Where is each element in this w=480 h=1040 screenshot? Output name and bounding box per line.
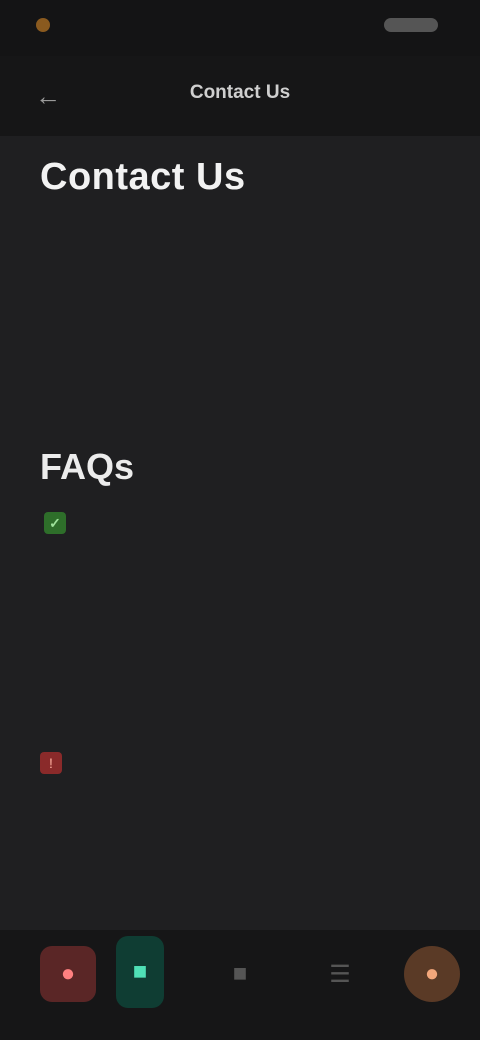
main-content[interactable]: Contact Us FAQs ✓ ! bbox=[0, 136, 480, 930]
notification-icon bbox=[36, 18, 50, 32]
profile-icon[interactable]: ● bbox=[404, 946, 460, 1002]
grid-icon[interactable]: ■ bbox=[212, 946, 268, 1002]
battery-icon bbox=[384, 18, 438, 32]
faq-checkbox-row[interactable]: ✓ bbox=[44, 512, 76, 534]
warning-row: ! bbox=[40, 748, 436, 774]
status-bar bbox=[0, 0, 480, 56]
chat-icon[interactable]: ■ bbox=[116, 936, 164, 1008]
page-title: Contact Us bbox=[189, 82, 291, 103]
status-right bbox=[384, 18, 444, 32]
top-app-bar: ← Contact Us bbox=[0, 56, 480, 136]
list-icon[interactable]: ☰ bbox=[312, 946, 368, 1002]
home-icon[interactable]: ● bbox=[40, 946, 96, 1002]
contact-heading: Contact Us bbox=[40, 156, 246, 198]
warning-icon: ! bbox=[40, 752, 62, 774]
bottom-navigation: ● ■ ■ ☰ ● bbox=[0, 930, 480, 1040]
checkmark-icon: ✓ bbox=[44, 512, 66, 534]
status-left bbox=[36, 18, 58, 32]
faq-heading: FAQs bbox=[40, 446, 135, 487]
